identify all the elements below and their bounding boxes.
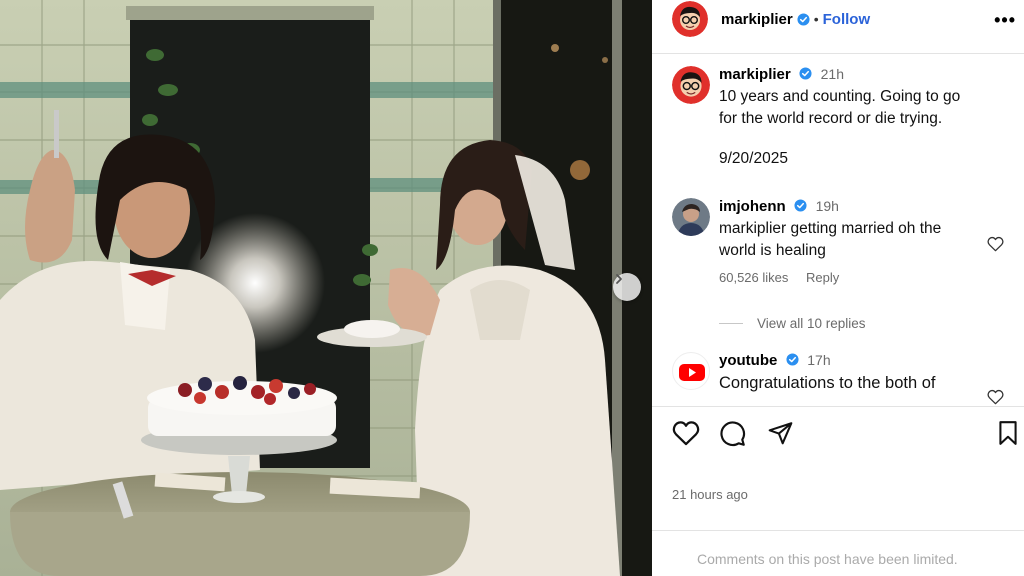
caption-text: 10 years and counting. Going to go for t… — [719, 88, 961, 127]
paper-plane-icon[interactable] — [767, 420, 794, 446]
next-photo-button[interactable] — [613, 273, 641, 301]
caption-username[interactable]: markiplier — [719, 66, 791, 83]
avatar[interactable] — [672, 66, 710, 104]
comment-username[interactable]: youtube — [719, 352, 777, 369]
comment-text: Congratulations to the both of — [719, 374, 936, 392]
posted-time: 21 hours ago — [672, 487, 748, 502]
avatar[interactable] — [672, 1, 708, 37]
caption-time: 21h — [820, 66, 844, 82]
verified-badge-icon — [797, 12, 810, 26]
caption-date: 9/20/2025 — [719, 150, 788, 167]
more-options-icon[interactable]: ••• — [994, 10, 1016, 31]
reply-button[interactable]: Reply — [806, 270, 839, 285]
avatar[interactable] — [672, 198, 710, 236]
post-side-panel: markiplier • Follow ••• markiplier 21h 1… — [652, 0, 1024, 576]
bookmark-icon[interactable] — [997, 420, 1019, 446]
comment-likes[interactable]: 60,526 likes — [719, 270, 788, 285]
avatar[interactable] — [672, 352, 710, 390]
post-header: markiplier • Follow ••• — [652, 0, 1024, 38]
comment-time: 19h — [815, 198, 839, 214]
comment-text: markiplier getting married oh the world … — [719, 220, 942, 259]
verified-badge-icon — [786, 353, 799, 366]
user-avatar-illustration — [672, 66, 710, 104]
comment-like-heart-icon[interactable] — [987, 236, 1004, 252]
comment-bubble-icon[interactable] — [719, 420, 746, 447]
view-replies-button[interactable]: View all 10 replies — [719, 316, 866, 331]
verified-badge-icon — [799, 67, 812, 80]
post-actions — [672, 420, 1024, 450]
header-separator: • — [813, 11, 819, 27]
comment-like-heart-icon[interactable] — [987, 389, 1004, 405]
chevron-right-icon — [616, 274, 622, 284]
youtube-logo-icon — [679, 364, 705, 381]
actions-divider — [652, 406, 1024, 407]
header-username[interactable]: markiplier — [721, 11, 793, 28]
heart-icon[interactable] — [672, 420, 700, 446]
user-avatar-illustration — [672, 198, 710, 236]
wedding-photo-illustration — [0, 0, 652, 576]
footer-divider — [652, 530, 1024, 531]
view-replies-label: View all 10 replies — [757, 316, 866, 331]
comment-username[interactable]: imjohenn — [719, 198, 786, 215]
follow-button[interactable]: Follow — [823, 11, 871, 28]
post-photo — [0, 0, 652, 576]
user-avatar-illustration — [672, 1, 708, 37]
comments-limited-notice: Comments on this post have been limited. — [697, 551, 958, 567]
verified-badge-icon — [794, 199, 807, 212]
comment-time: 17h — [807, 352, 831, 368]
comments-list[interactable]: markiplier 21h 10 years and counting. Go… — [652, 54, 1024, 406]
replies-line — [719, 323, 743, 324]
